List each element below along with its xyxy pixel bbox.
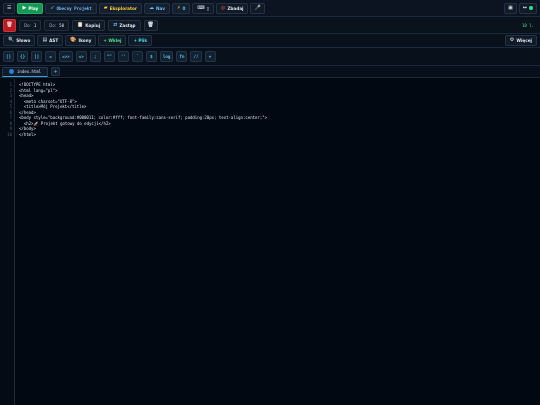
symbol-button[interactable]: log (159, 51, 174, 62)
from-value: 1 (33, 22, 37, 28)
project-label: Obecny Projekt (56, 5, 92, 11)
symbol-button[interactable]: [] (31, 51, 43, 62)
target-icon: ◎ (220, 4, 226, 11)
ast-label: AST (49, 38, 59, 43)
top-toolbar: ☰ ▶ Play ➶ Obecny Projekt ▰ Eksplorator … (0, 0, 540, 17)
symbol-button[interactable]: '' (117, 51, 129, 62)
symbol-button[interactable]: + (204, 51, 216, 62)
bin-icon: 🗑 (147, 21, 154, 28)
explorer-button[interactable]: ▰ Eksplorator (98, 2, 142, 14)
code-editor[interactable]: 1 2 3 4 5 6 7 8 9 10 <!DOCTYPE html> <html lang="p… (0, 79, 540, 405)
replace-label: Zastąp (119, 22, 136, 28)
keyboard-button[interactable]: ⌨ ▯ (192, 2, 214, 14)
layout-button[interactable]: ↔ (518, 2, 537, 14)
copy-button[interactable]: 📋 Kopiuj (72, 19, 106, 31)
from-label: Do: (24, 22, 31, 28)
from-field[interactable]: Do: 1 (19, 19, 42, 31)
tree-icon: ▤ (42, 37, 48, 43)
find-button[interactable]: ◎ Zbadaj (215, 2, 249, 14)
replace-icon: ⇄ (113, 21, 118, 28)
new-button[interactable]: ☁ Nav (143, 2, 170, 14)
add-tab-button[interactable]: + (51, 67, 61, 76)
tab-index-html[interactable]: index.html (2, 66, 49, 77)
paste-button[interactable]: + Wklej (98, 35, 127, 46)
symbol-button[interactable]: // (190, 51, 202, 62)
counter-button[interactable]: ⚡ 0 (172, 2, 191, 14)
symbol-button[interactable]: = (45, 51, 57, 62)
symbol-button[interactable]: $ (145, 51, 157, 62)
icons-button[interactable]: 🎨 Ikony (65, 35, 97, 46)
arrows-icon: ↔ (522, 4, 527, 11)
tab-label: index.html (17, 69, 42, 74)
save-button[interactable]: ▣ (504, 2, 517, 14)
clear-button[interactable]: 🗑 (143, 19, 158, 31)
play-label: Play (28, 5, 39, 11)
symbol-button[interactable]: =>> (59, 51, 73, 62)
floppy-icon: ▣ (508, 4, 513, 11)
lightning-icon: ⚡ (177, 4, 181, 11)
explorer-label: Eksplorator (109, 5, 137, 11)
counter-label: 0 (182, 5, 186, 11)
keyboard-label: ▯ (206, 5, 209, 11)
menu-button[interactable]: ☰ (3, 2, 16, 14)
project-button[interactable]: ➶ Obecny Projekt (45, 2, 97, 14)
file-tabs: index.html + (0, 66, 540, 78)
symbol-button[interactable]: fn (176, 51, 188, 62)
file-button[interactable]: + Plik (128, 35, 153, 46)
symbol-button[interactable]: {} (17, 51, 29, 62)
line-count: 10 l. (521, 22, 534, 28)
symbol-button[interactable]: => (75, 51, 87, 62)
line-number-gutter: 1 2 3 4 5 6 7 8 9 10 (0, 79, 15, 405)
search-icon: 🔍 (8, 37, 15, 43)
hamburger-icon: ☰ (7, 4, 12, 11)
copy-label: Kopiuj (85, 22, 101, 28)
folder-icon: ▰ (103, 4, 108, 11)
line-number: 10 (7, 131, 12, 137)
more-label: Więcej (516, 38, 532, 43)
html-file-icon (9, 69, 14, 74)
replace-button[interactable]: ⇄ Zastąp (108, 19, 141, 31)
gear-icon: ⚙ (509, 37, 515, 43)
paste-label: + Wklej (103, 38, 122, 43)
to-label: Do: (49, 22, 57, 28)
code-line[interactable]: </html> (19, 132, 36, 138)
words-label: Słowo (16, 38, 31, 43)
cloud-icon: ☁ (148, 4, 154, 11)
keyboard-icon: ⌨ (197, 4, 205, 11)
file-label: + Plik (133, 38, 148, 43)
symbol-button[interactable]: ; (89, 51, 101, 62)
clipboard-icon: 📋 (77, 21, 84, 28)
symbol-button[interactable]: ` (131, 51, 143, 62)
rocket-icon: ➶ (50, 4, 55, 11)
trash-icon: 🗑 (6, 21, 13, 28)
tools-toolbar: 🔍 Słowo ▤ AST 🎨 Ikony + Wklej + Plik ⚙ W… (0, 34, 540, 48)
ast-button[interactable]: ▤ AST (37, 35, 64, 46)
palette-icon: 🎨 (70, 37, 77, 43)
status-dot-icon (529, 6, 533, 10)
find-label: Zbadaj (227, 5, 244, 11)
words-button[interactable]: 🔍 Słowo (3, 35, 36, 46)
to-value: 50 (59, 22, 64, 28)
icons-label: Ikony (78, 38, 92, 43)
symbol-toolbar: [] {} [] = =>> => ; "" '' ` $ log fn // … (0, 48, 540, 66)
delete-button[interactable]: 🗑 (3, 18, 16, 32)
to-field[interactable]: Do: 50 (44, 19, 69, 31)
mic-button[interactable]: 🎤 (250, 2, 265, 14)
symbol-button[interactable]: [] (3, 51, 15, 62)
range-toolbar: 🗑 Do: 1 Do: 50 📋 Kopiuj ⇄ Zastąp 🗑 10 l. (0, 17, 540, 34)
play-button[interactable]: ▶ Play (17, 2, 44, 14)
symbol-button[interactable]: "" (103, 51, 115, 62)
more-button[interactable]: ⚙ Więcej (504, 35, 537, 46)
new-label: Nav (155, 5, 165, 11)
microphone-icon: 🎤 (254, 4, 261, 11)
play-icon: ▶ (22, 4, 27, 11)
